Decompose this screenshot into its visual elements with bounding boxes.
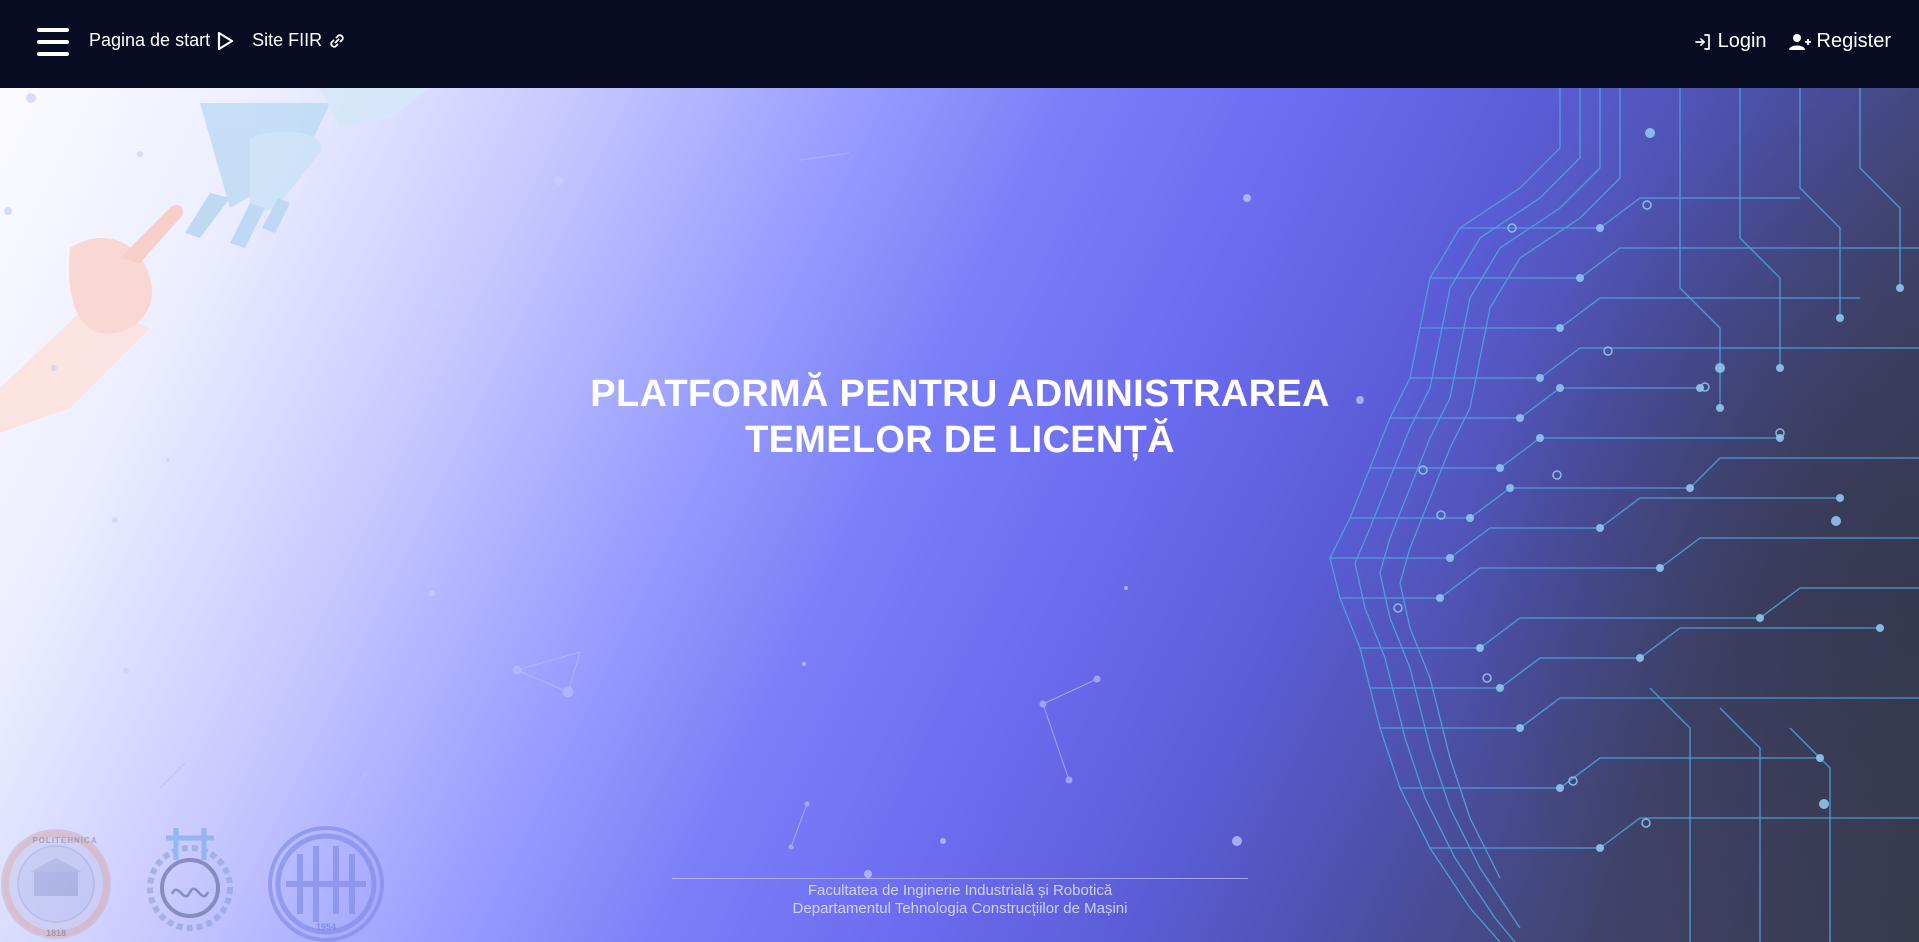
- footer-divider: [672, 878, 1248, 879]
- login-link[interactable]: Login: [1694, 30, 1767, 53]
- tcm-logo-year: 1954: [315, 922, 337, 932]
- home-link[interactable]: Pagina de start: [89, 30, 234, 51]
- link-icon: [330, 33, 344, 48]
- play-triangle-icon: [217, 31, 234, 50]
- footer-credits: Facultatea de Inginerie Industrială și R…: [672, 882, 1248, 918]
- upb-logo-year: 1818: [45, 928, 67, 938]
- faculty-name: Facultatea de Inginerie Industrială și R…: [807, 882, 1113, 899]
- site-fiir-label: Site FIIR: [252, 30, 323, 50]
- user-plus-icon: [1788, 33, 1811, 50]
- nav-left-links: Pagina de start Site FIIR: [89, 30, 346, 51]
- hero-section: POLITEHNICA 1818 1954 PLATFORMĂ PENTRU A…: [0, 88, 1919, 942]
- constellation-lines: [159, 152, 1101, 850]
- login-label: Login: [1717, 30, 1767, 52]
- home-link-label: Pagina de start: [89, 30, 211, 50]
- hero-title: PLATFORMĂ PENTRU ADMINISTRAREA TEMELOR D…: [560, 371, 1360, 463]
- hero-title-line1: PLATFORMĂ PENTRU ADMINISTRAREA: [590, 373, 1330, 415]
- department-name: Departamentul Tehnologia Construcțiilor …: [792, 900, 1128, 917]
- upb-logo: [1, 829, 111, 939]
- fiir-logo: [147, 828, 233, 931]
- site-fiir-link[interactable]: Site FIIR: [252, 30, 346, 51]
- top-navbar: Pagina de start Site FIIR Login Register: [0, 0, 1919, 88]
- hero-illustration: [0, 88, 1919, 942]
- register-label: Register: [1816, 30, 1891, 52]
- register-link[interactable]: Register: [1788, 30, 1891, 53]
- nav-right-links: Login Register: [1694, 30, 1891, 53]
- sign-in-icon: [1694, 33, 1710, 50]
- hamburger-menu-icon[interactable]: [35, 26, 71, 58]
- hero-title-line2: TEMELOR DE LICENȚĂ: [745, 419, 1175, 461]
- upb-logo-text: POLITEHNICA: [32, 836, 98, 845]
- hand-illustration: [0, 88, 430, 433]
